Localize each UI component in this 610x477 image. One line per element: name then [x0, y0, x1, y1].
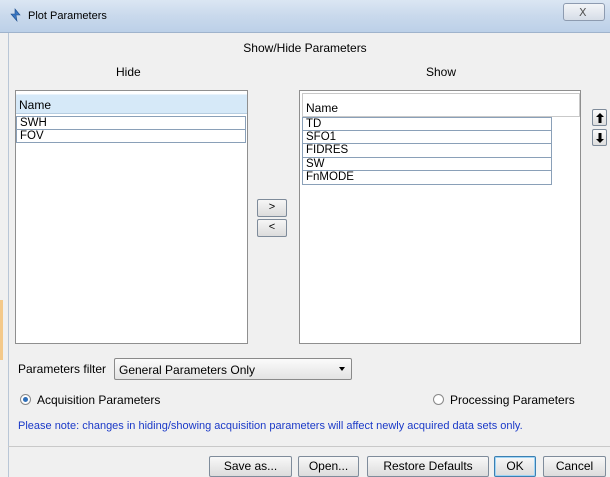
close-button[interactable]: X	[563, 3, 605, 21]
save-as-button[interactable]: Save as...	[209, 456, 292, 477]
chevron-down-icon	[339, 367, 345, 371]
show-list-rows: TD SFO1 FIDRES SW FnMODE	[302, 117, 552, 185]
cancel-button[interactable]: Cancel	[543, 456, 606, 477]
hide-column-title: Hide	[116, 65, 141, 79]
parameters-filter-value: General Parameters Only	[119, 363, 256, 377]
app-icon	[10, 8, 21, 22]
info-note: Please note: changes in hiding/showing a…	[18, 420, 523, 432]
section-title: Show/Hide Parameters	[243, 41, 367, 55]
move-to-hide-button[interactable]: <	[257, 219, 287, 237]
move-down-button[interactable]	[592, 129, 607, 146]
parameters-filter-select[interactable]: General Parameters Only	[114, 358, 352, 380]
window-title: Plot Parameters	[28, 10, 107, 22]
window-edge-decoration	[0, 300, 3, 360]
list-item[interactable]: SW	[302, 157, 552, 171]
hide-list-rows: SWH FOV	[16, 116, 247, 143]
radio-checked-icon	[20, 394, 31, 405]
hide-parameter-list[interactable]: Name SWH FOV	[15, 90, 248, 344]
hide-list-name-header[interactable]: Name	[16, 94, 247, 114]
divider	[8, 446, 610, 447]
list-item[interactable]: FIDRES	[302, 144, 552, 158]
move-up-button[interactable]	[592, 109, 607, 126]
show-column-title: Show	[426, 65, 457, 79]
list-item[interactable]: FOV	[16, 129, 246, 143]
arrow-down-icon	[596, 133, 604, 143]
list-item[interactable]: TD	[302, 117, 552, 131]
radio-unchecked-icon	[433, 394, 444, 405]
restore-defaults-button[interactable]: Restore Defaults	[367, 456, 489, 477]
open-button[interactable]: Open...	[298, 456, 359, 477]
list-item[interactable]: SWH	[16, 116, 246, 130]
list-item[interactable]: SFO1	[302, 130, 552, 144]
show-list-name-header[interactable]: Name	[302, 93, 580, 117]
arrow-up-icon	[596, 113, 604, 123]
show-parameter-list[interactable]: Name TD SFO1 FIDRES SW FnMODE	[299, 90, 581, 344]
parameters-filter-label: Parameters filter	[18, 362, 107, 376]
processing-parameters-label: Processing Parameters	[450, 393, 575, 407]
move-to-show-button[interactable]: >	[257, 199, 287, 217]
ok-button[interactable]: OK	[494, 456, 536, 477]
title-bar: Plot Parameters X	[0, 0, 610, 33]
close-icon: X	[579, 6, 587, 19]
acquisition-parameters-label: Acquisition Parameters	[37, 393, 161, 407]
list-item[interactable]: FnMODE	[302, 171, 552, 185]
